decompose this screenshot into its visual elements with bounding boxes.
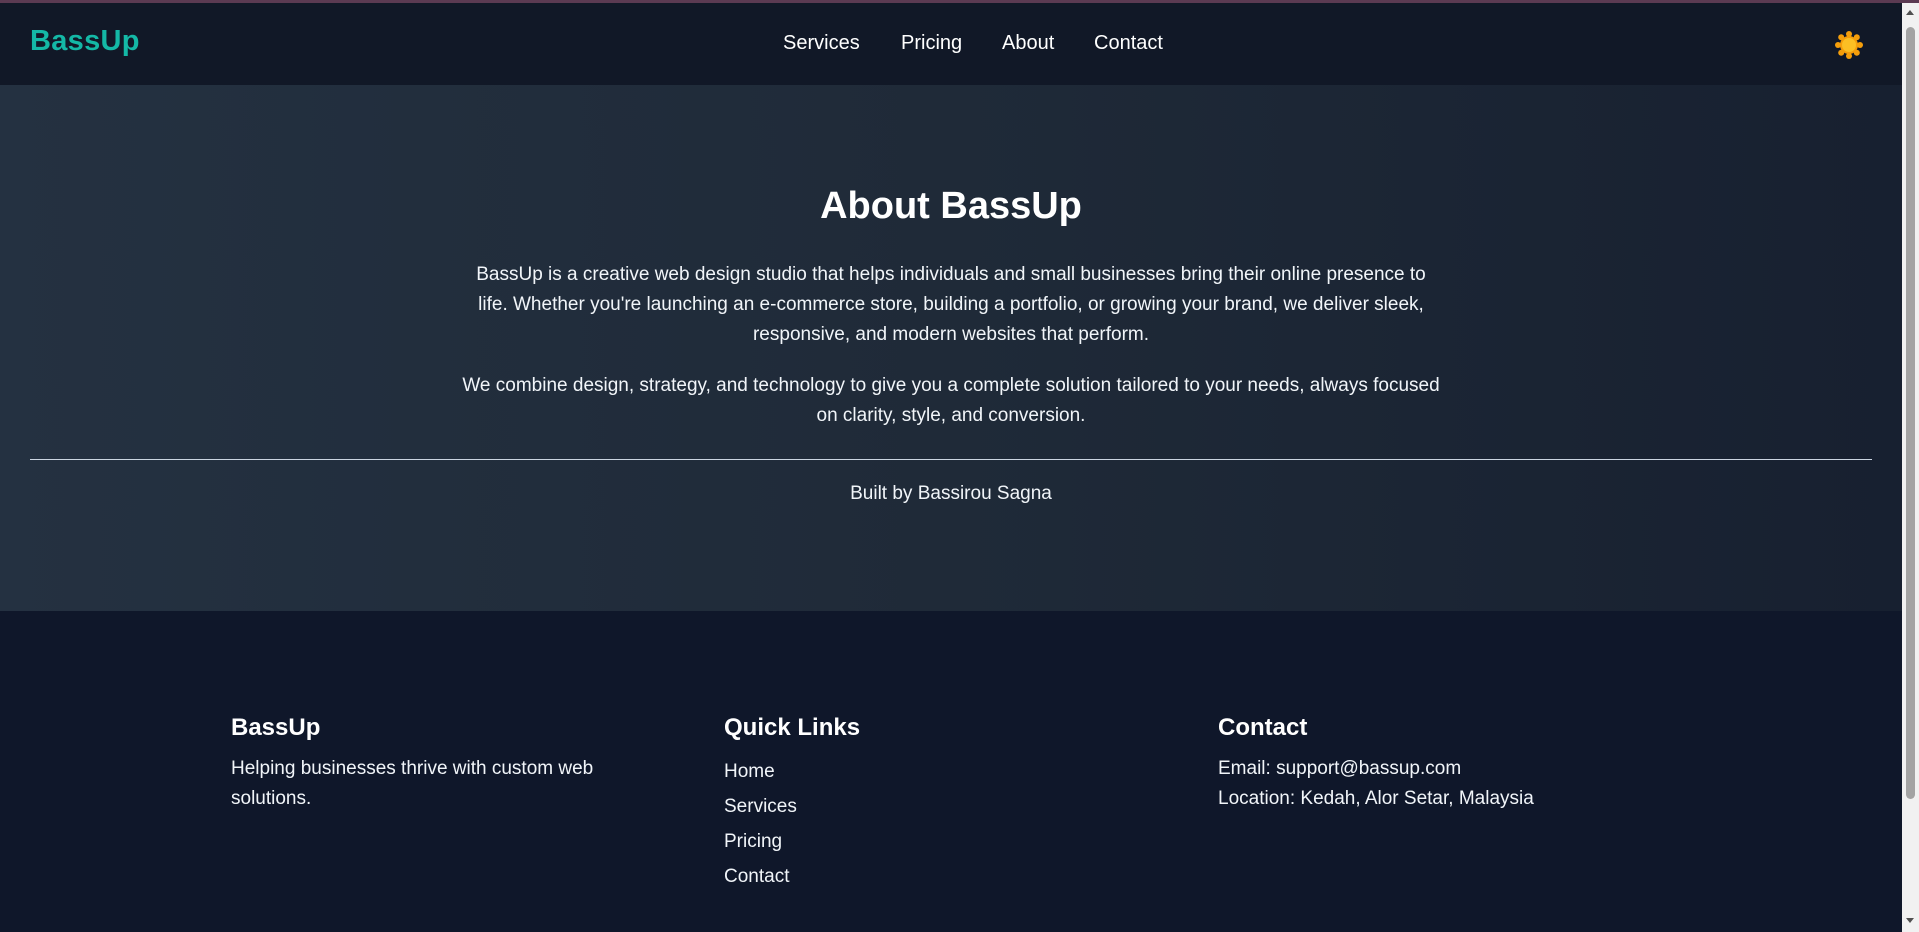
footer-contact-column: Contact Email: support@bassup.com Locati… [1218, 714, 1718, 814]
nav-link-services[interactable]: Services [783, 32, 860, 55]
footer-brand-text: Helping businesses thrive with custom we… [231, 758, 594, 809]
nav-link-contact[interactable]: Contact [1094, 32, 1163, 55]
nav-link-about[interactable]: About [1002, 32, 1054, 55]
footer-quick-links-column: Quick Links Home Services Pricing Contac… [724, 714, 1024, 894]
built-by-credit: Built by Bassirou Sagna [850, 483, 1052, 504]
footer-link-services[interactable]: Services [724, 789, 1024, 824]
scrollbar-thumb[interactable] [1906, 27, 1915, 799]
scroll-up-arrow-icon[interactable] [1906, 10, 1914, 15]
scroll-down-arrow-icon[interactable] [1906, 918, 1914, 923]
footer-link-home[interactable]: Home [724, 754, 1024, 789]
page-viewport: BassUp Services Pricing About Contact Ab… [0, 3, 1902, 932]
footer-contact-location: Location: Kedah, Alor Setar, Malaysia [1218, 788, 1534, 809]
footer-quick-links-list: Home Services Pricing Contact [724, 754, 1024, 894]
navbar: BassUp Services Pricing About Contact [0, 3, 1902, 85]
vertical-scrollbar[interactable] [1902, 3, 1919, 932]
about-paragraph-1: BassUp is a creative web design studio t… [476, 264, 1426, 345]
divider [30, 459, 1872, 460]
footer-link-contact[interactable]: Contact [724, 859, 1024, 894]
nav-links: Services Pricing About Contact [0, 32, 1902, 62]
footer-link-pricing[interactable]: Pricing [724, 824, 1024, 859]
about-paragraph-2: We combine design, strategy, and technol… [462, 375, 1440, 426]
footer-contact-email: Email: support@bassup.com [1218, 758, 1462, 779]
footer-contact-heading: Contact [1218, 714, 1308, 741]
sun-icon [1835, 31, 1863, 59]
theme-toggle-button[interactable] [1834, 30, 1864, 60]
about-section: About BassUp BassUp is a creative web de… [0, 85, 1902, 611]
footer-brand-heading: BassUp [231, 714, 321, 741]
footer-brand-column: BassUp Helping businesses thrive with cu… [231, 714, 671, 814]
about-title: About BassUp [820, 185, 1082, 227]
footer-quick-links-heading: Quick Links [724, 714, 861, 741]
footer: BassUp Helping businesses thrive with cu… [0, 611, 1902, 932]
nav-link-pricing[interactable]: Pricing [901, 32, 962, 55]
